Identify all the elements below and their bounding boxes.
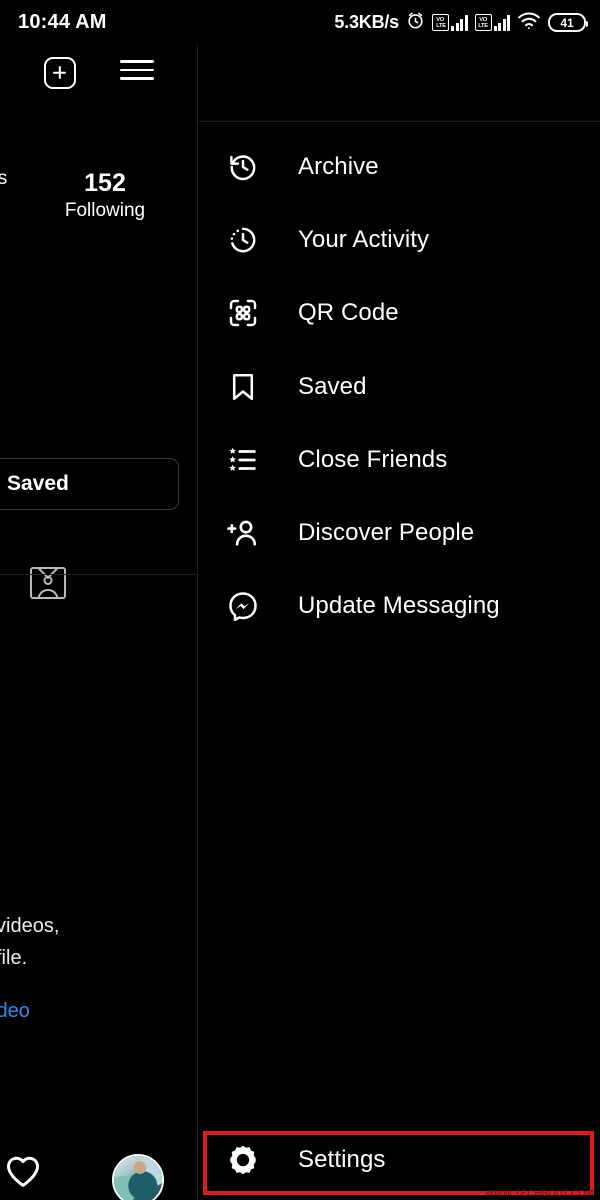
plus-square-icon[interactable]: [43, 57, 76, 89]
bio-line-2: file.: [0, 947, 28, 970]
bookmark-icon: [223, 367, 263, 407]
wifi-icon: [517, 11, 541, 35]
menu-item-label: Archive: [298, 152, 379, 180]
volte-icon-sim2: VO LTE: [474, 14, 492, 31]
profile-stats: ers 152 Following: [0, 167, 197, 223]
menu-item-discover-people[interactable]: Discover People: [198, 496, 600, 569]
menu-top-divider: [198, 121, 600, 122]
side-menu-panel: Archive Your Activity QR Code Saved Clos…: [198, 45, 600, 1200]
menu-item-settings[interactable]: Settings: [198, 1124, 600, 1196]
menu-item-label: Close Friends: [298, 445, 448, 473]
profile-header-actions: [0, 57, 197, 89]
hamburger-menu-icon[interactable]: [119, 57, 154, 83]
status-bar: 10:44 AM 5.3KB/s VO LTE VO LTE 41: [0, 0, 600, 45]
menu-item-label: Update Messaging: [298, 592, 500, 620]
profile-bio: videos, file.: [0, 910, 197, 975]
menu-item-your-activity[interactable]: Your Activity: [198, 203, 600, 276]
qr-code-icon: [223, 293, 263, 333]
avatar-image: [114, 1156, 162, 1200]
menu-item-label: Discover People: [298, 519, 475, 547]
menu-item-label: QR Code: [298, 299, 399, 327]
bio-line-1: videos,: [0, 915, 60, 937]
bottom-navigation: [0, 1140, 197, 1200]
menu-item-label: Saved: [298, 372, 367, 400]
archive-clock-icon: [223, 147, 263, 187]
battery-level: 41: [560, 15, 574, 30]
menu-item-archive[interactable]: Archive: [198, 130, 600, 203]
saved-button-label: Saved: [7, 472, 69, 495]
followers-label: ers: [0, 168, 8, 189]
stat-followers[interactable]: ers: [0, 167, 20, 191]
volte-icon-sim1: VO LTE: [432, 14, 449, 31]
signal-bars-sim2: [493, 14, 510, 31]
menu-item-label: Your Activity: [298, 225, 430, 253]
star-list-icon: [223, 440, 263, 480]
sim1-signal: VO LTE: [432, 14, 468, 31]
following-label: Following: [64, 200, 146, 221]
person-add-icon: [223, 513, 263, 553]
settings-label: Settings: [298, 1146, 386, 1173]
sim2-signal: VO LTE: [474, 14, 510, 31]
menu-item-update-messaging[interactable]: Update Messaging: [198, 570, 600, 643]
tagged-photos-icon[interactable]: [30, 567, 66, 601]
activity-clock-icon: [223, 220, 263, 260]
menu-list: Archive Your Activity QR Code Saved Clos…: [198, 130, 600, 643]
heart-icon[interactable]: [4, 1154, 42, 1188]
status-time: 10:44 AM: [18, 11, 107, 33]
battery-indicator: 41: [548, 13, 588, 32]
gear-icon: [223, 1140, 263, 1180]
menu-item-close-friends[interactable]: Close Friends: [198, 423, 600, 496]
avatar[interactable]: [112, 1154, 164, 1200]
saved-button[interactable]: Saved: [0, 458, 179, 510]
following-count: 152: [84, 169, 126, 197]
profile-tab-divider: [0, 574, 197, 575]
menu-item-qr-code[interactable]: QR Code: [198, 277, 600, 350]
alarm-clock-icon: [406, 11, 425, 35]
signal-bars-sim1: [451, 14, 468, 31]
watermark: WWW.TECHBOUT.COM: [484, 1188, 594, 1198]
status-indicators: 5.3KB/s VO LTE VO LTE 41: [334, 11, 588, 35]
stat-following[interactable]: 152 Following: [30, 167, 180, 223]
profile-column: ers 152 Following Saved videos, file. id…: [0, 45, 197, 1200]
network-speed-label: 5.3KB/s: [334, 12, 399, 32]
menu-item-saved[interactable]: Saved: [198, 350, 600, 423]
bio-link[interactable]: ideo: [0, 1000, 30, 1023]
messenger-icon: [223, 586, 263, 626]
